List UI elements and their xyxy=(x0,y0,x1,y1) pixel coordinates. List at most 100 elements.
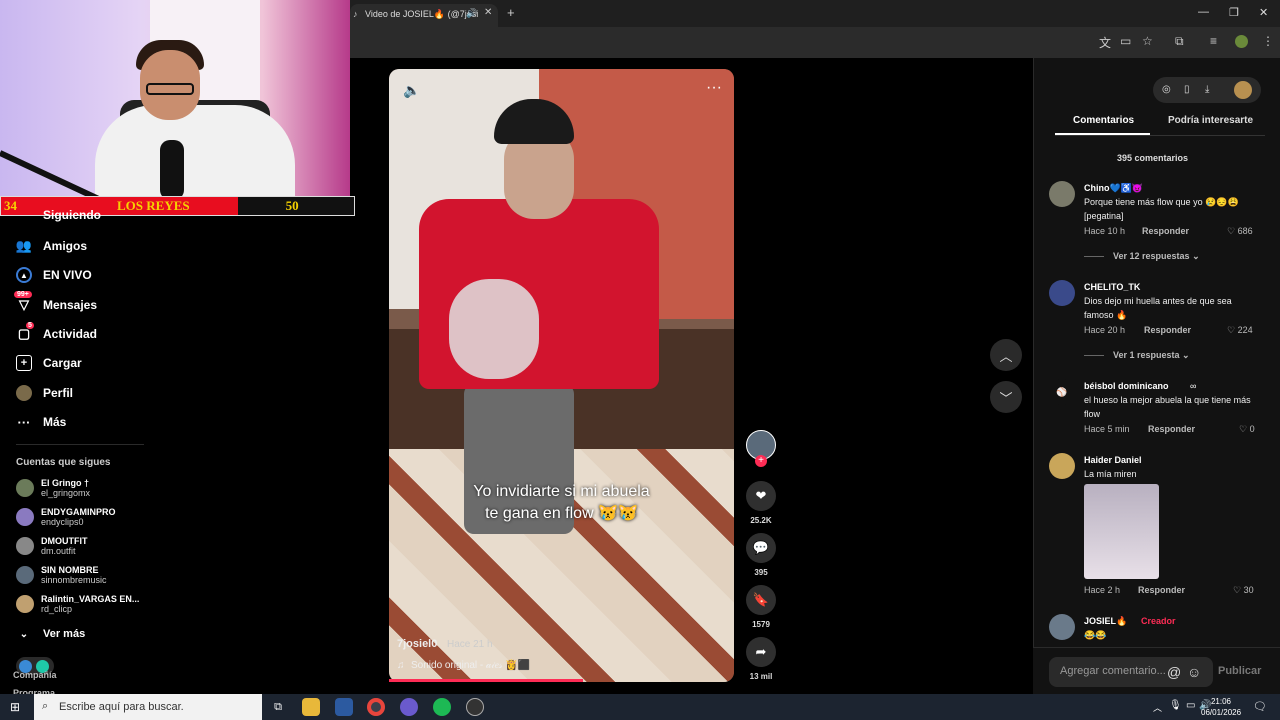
post-button[interactable]: Publicar xyxy=(1218,665,1261,677)
reading-list-icon[interactable]: ≡ xyxy=(1210,34,1217,48)
download-icon[interactable]: ⤓ xyxy=(1205,84,1209,95)
next-video-button[interactable]: ﹀ xyxy=(990,381,1022,413)
share-icon: ➦ xyxy=(755,644,767,659)
close-window-button[interactable]: ✕ xyxy=(1259,6,1268,19)
comment-time: Hace 2 h xyxy=(1084,585,1121,595)
profile-avatar-icon[interactable] xyxy=(1235,35,1248,48)
sidebar-item-activity[interactable]: ▢ 5 Actividad xyxy=(16,322,97,345)
microphone-icon[interactable]: 🎙 xyxy=(1169,700,1182,711)
taskbar-clock[interactable]: 21:06 06/01/2026 xyxy=(1201,696,1241,718)
reply-button[interactable]: Responder xyxy=(1138,585,1185,595)
comment-time: Hace 5 min xyxy=(1084,424,1130,434)
file-explorer-icon[interactable] xyxy=(302,698,320,716)
like-comment-button[interactable]: ♡ 686 xyxy=(1227,226,1253,237)
sidebar-item-upload[interactable]: + Cargar xyxy=(16,352,82,374)
follow-plus-icon[interactable]: + xyxy=(755,455,767,467)
browser-menu-icon[interactable]: ⋮ xyxy=(1262,34,1274,48)
profile-icon xyxy=(16,385,32,401)
comment-button[interactable]: 💬 xyxy=(746,533,776,563)
network-icon[interactable]: ▭ xyxy=(1186,700,1195,711)
notification-icon[interactable]: 🗨 xyxy=(1253,700,1267,713)
avatar[interactable] xyxy=(1049,181,1075,207)
comment-user[interactable]: Haider Daniel xyxy=(1084,455,1142,465)
volume-icon[interactable]: 🔈 xyxy=(403,82,420,99)
tab-close-icon[interactable]: ✕ xyxy=(484,7,492,18)
view-replies-button[interactable]: Ver 1 respuesta ⌄ xyxy=(1084,350,1190,361)
comment-user[interactable]: Chino💙♿😈 xyxy=(1084,183,1143,194)
taskbar-search[interactable]: ⌕ Escribe aquí para buscar. xyxy=(34,694,262,720)
save-button[interactable]: 🔖 xyxy=(746,585,776,615)
share-button[interactable]: ➦ xyxy=(746,637,776,667)
avatar[interactable] xyxy=(1049,614,1075,640)
video-options-icon[interactable]: ··· xyxy=(706,79,722,97)
footer-company-link[interactable]: Compañía xyxy=(13,670,57,680)
sidebar-item-more[interactable]: ··· Más xyxy=(16,411,67,433)
previous-video-button[interactable]: ︿ xyxy=(990,339,1022,371)
followed-account[interactable]: Ralintin_VARGAS EN... rd_clicp xyxy=(16,590,139,618)
avatar[interactable]: ⚾ xyxy=(1049,379,1075,405)
comment-count-label: 395 comentarios xyxy=(1117,153,1189,163)
mobile-icon[interactable]: ▯ xyxy=(1184,84,1190,95)
comment-user[interactable]: CHELITO_TK xyxy=(1084,282,1140,292)
video-progress-bar[interactable] xyxy=(389,679,583,682)
sidebar-item-live[interactable]: ▲ EN VIVO xyxy=(16,264,92,286)
restore-button[interactable]: ❐ xyxy=(1229,6,1239,19)
more-icon: ··· xyxy=(17,414,31,430)
live-icon: ▲ xyxy=(16,267,32,283)
compass-icon[interactable]: ◎ xyxy=(1162,84,1171,95)
chrome-icon[interactable] xyxy=(367,698,385,716)
view-replies-button[interactable]: Ver 12 respuestas ⌄ xyxy=(1084,251,1200,262)
avatar[interactable] xyxy=(1049,280,1075,306)
like-button[interactable]: ❤ xyxy=(746,481,776,511)
bookmark-icon: 🔖 xyxy=(752,592,770,607)
heart-icon: ❤ xyxy=(755,488,767,503)
user-avatar[interactable] xyxy=(1234,81,1252,99)
sidebar-item-friends[interactable]: 👥 Amigos xyxy=(16,235,87,257)
video-sound[interactable]: Sonido original - 𝒶𝒾𝑒𝓈 👸⬛ xyxy=(411,660,530,671)
video-author[interactable]: 7josiel0 xyxy=(397,638,437,650)
comment-image[interactable] xyxy=(1084,484,1159,579)
search-icon: ⌕ xyxy=(42,700,49,712)
like-comment-button[interactable]: ♡ 30 xyxy=(1233,585,1254,596)
obs-icon[interactable] xyxy=(466,698,484,716)
sidebar-item-following[interactable]: Siguiendo xyxy=(16,210,101,222)
task-view-icon[interactable]: ⧉ xyxy=(269,698,287,716)
translate-icon[interactable]: 文 xyxy=(1099,34,1111,51)
spotify-icon[interactable] xyxy=(433,698,451,716)
tab-audio-icon[interactable]: 🔊 xyxy=(466,8,477,19)
extensions-icon[interactable]: ⧉ xyxy=(1175,34,1184,49)
emoji-icon[interactable]: ☺ xyxy=(1187,664,1201,680)
tab-comments[interactable]: Comentarios xyxy=(1073,115,1134,126)
reply-button[interactable]: Responder xyxy=(1144,325,1191,335)
share-count: 13 mil xyxy=(749,672,773,681)
mention-icon[interactable]: @ xyxy=(1167,664,1181,680)
see-more-button[interactable]: ⌄ Ver más xyxy=(16,623,85,645)
messages-badge: 99+ xyxy=(14,291,32,298)
tab-recommended[interactable]: Podría interesarte xyxy=(1168,115,1253,126)
store-icon[interactable] xyxy=(335,698,353,716)
avatar[interactable] xyxy=(1049,453,1075,479)
reply-button[interactable]: Responder xyxy=(1142,226,1189,236)
comment-user[interactable]: béisbol dominicano xyxy=(1084,381,1169,391)
bookmark-star-icon[interactable]: ☆ xyxy=(1142,34,1153,48)
new-tab-button[interactable]: + xyxy=(507,5,515,20)
tab-title: Video de JOSIEL🔥 (@7josi xyxy=(365,9,479,19)
reply-button[interactable]: Responder xyxy=(1148,424,1195,434)
minimize-button[interactable]: — xyxy=(1198,6,1209,18)
sidebar-item-profile[interactable]: Perfil xyxy=(16,382,73,404)
tray-chevron-icon[interactable]: ︿ xyxy=(1153,701,1162,714)
windows-start-icon[interactable]: ⊞ xyxy=(10,700,20,714)
video-player[interactable]: 🔈 ··· Yo invidiarte si mi abuela te gana… xyxy=(389,69,734,682)
cast-icon[interactable]: ▭ xyxy=(1120,34,1131,48)
team-name: LOS REYES xyxy=(117,198,190,213)
like-comment-button[interactable]: ♡ 0 xyxy=(1239,424,1255,435)
followed-account[interactable]: SIN NOMBRE sinnombremusic xyxy=(16,561,107,589)
discord-icon[interactable] xyxy=(400,698,418,716)
comment-user[interactable]: JOSIEL🔥 xyxy=(1084,616,1127,627)
sidebar-item-messages[interactable]: ▽ 99+ Mensajes xyxy=(14,291,97,316)
followed-account[interactable]: DMOUTFIT dm.outfit xyxy=(16,532,88,560)
like-comment-button[interactable]: ♡ 224 xyxy=(1227,325,1253,336)
followed-account[interactable]: ENDYGAMINPRO endyclips0 xyxy=(16,503,116,531)
video-time: Hace 21 h xyxy=(447,639,493,650)
followed-account[interactable]: El Gringo † el_gringomx xyxy=(16,474,90,502)
